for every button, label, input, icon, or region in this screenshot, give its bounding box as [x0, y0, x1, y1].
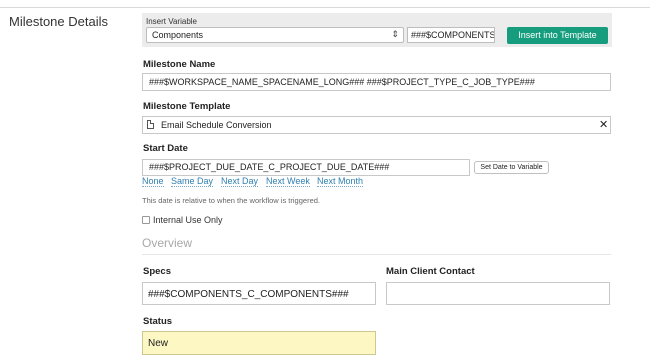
- quick-date-none[interactable]: None: [142, 176, 164, 187]
- section-title: Milestone Details: [9, 14, 108, 29]
- milestone-template-select[interactable]: Email Schedule Conversion: [142, 116, 611, 134]
- quick-date-next-day[interactable]: Next Day: [221, 176, 259, 187]
- main-client-contact-label: Main Client Contact: [386, 266, 475, 277]
- start-date-label: Start Date: [143, 143, 188, 154]
- internal-use-label[interactable]: Internal Use Only: [153, 215, 223, 225]
- quick-date-next-week[interactable]: Next Week: [266, 176, 310, 187]
- status-label: Status: [143, 316, 173, 327]
- main-client-contact-input[interactable]: [386, 282, 610, 305]
- milestone-name-label: Milestone Name: [143, 59, 216, 70]
- specs-label: Specs: [143, 266, 171, 277]
- overview-heading: Overview: [142, 236, 193, 250]
- start-date-input[interactable]: ###$PROJECT_DUE_DATE_C_PROJECT_DUE_DATE#…: [142, 159, 470, 176]
- start-date-help-text: This date is relative to when the workfl…: [142, 196, 320, 205]
- overview-divider: [142, 254, 611, 255]
- set-date-to-variable-button[interactable]: Set Date to Variable: [474, 161, 549, 174]
- document-icon: [147, 120, 154, 129]
- select-updown-icon: ⇕: [391, 29, 399, 39]
- milestone-name-input[interactable]: ###$WORKSPACE_NAME_SPACENAME_LONG### ###…: [142, 73, 611, 91]
- insert-into-template-button[interactable]: Insert into Template: [507, 27, 608, 44]
- quick-date-next-month[interactable]: Next Month: [317, 176, 364, 187]
- milestone-template-label: Milestone Template: [143, 101, 231, 112]
- specs-input[interactable]: ###$COMPONENTS_C_COMPONENTS###: [142, 282, 376, 305]
- insert-variable-selected: Components: [152, 30, 204, 40]
- top-divider: [0, 7, 650, 8]
- status-input[interactable]: New: [142, 331, 376, 355]
- variable-code-field[interactable]: ###$COMPONENTS: [407, 27, 495, 43]
- internal-use-checkbox[interactable]: [142, 216, 150, 224]
- insert-variable-select[interactable]: Components ⇕: [146, 27, 404, 43]
- clear-icon[interactable]: ✕: [599, 118, 608, 131]
- insert-variable-label: Insert Variable: [146, 17, 197, 26]
- quick-date-same-day[interactable]: Same Day: [171, 176, 214, 187]
